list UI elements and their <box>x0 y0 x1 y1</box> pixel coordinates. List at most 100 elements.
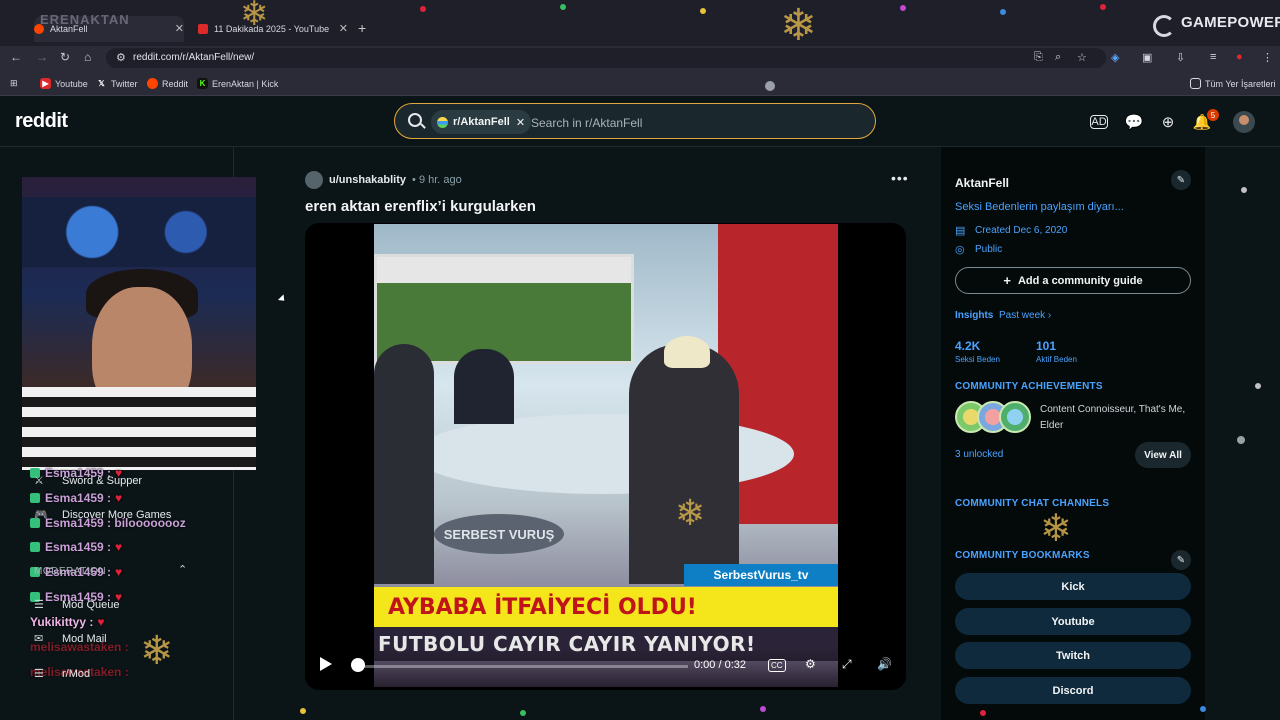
chat-message: Yukikittyy : ♥ <box>30 615 104 629</box>
reddit-logo[interactable]: reddit <box>15 110 68 133</box>
add-community-guide-button[interactable]: + Add a community guide <box>955 267 1191 294</box>
visibility-text: Public <box>975 243 1003 255</box>
play-icon[interactable] <box>320 657 332 671</box>
progress-bar[interactable] <box>358 665 688 668</box>
site-info-icon[interactable]: ⚙ <box>116 51 126 64</box>
extension-icon[interactable]: ◈ <box>1111 51 1119 64</box>
nav-label: r/Mod <box>62 667 91 680</box>
video-time: 0:00 / 0:32 <box>694 659 746 671</box>
browser-menu-icon[interactable]: ⋮ <box>1262 51 1273 64</box>
stat-value: 4.2K <box>955 339 981 353</box>
edit-pencil-icon[interactable]: ✎ <box>1171 170 1191 190</box>
video-frame: SERBEST VURUŞ SerbestVurus_tv AYBABA İTF… <box>374 224 838 687</box>
nav-item-mod-queue[interactable]: ☰ Mod Queue <box>34 598 119 612</box>
chat-text: Esma1459 : <box>45 540 112 554</box>
close-tab-icon[interactable]: ✕ <box>339 22 348 35</box>
queue-icon: ☰ <box>34 599 44 611</box>
progress-knob[interactable] <box>351 658 365 672</box>
moderation-section-header[interactable]: MODERATION <box>34 566 106 577</box>
post-time: • 9 hr. ago <box>412 174 462 186</box>
new-tab-icon[interactable]: + <box>358 20 366 36</box>
more-options-icon[interactable]: ••• <box>891 170 909 186</box>
extensions-icon[interactable]: ▣ <box>1142 51 1152 64</box>
bookmark-kick[interactable]: K ErenAktan | Kick <box>197 78 278 89</box>
bookmark-youtube[interactable]: ▶ Youtube <box>40 78 88 89</box>
insights-label: Insights <box>955 310 994 321</box>
browser-tab-bar <box>0 0 1280 46</box>
person-firefighter <box>629 344 739 584</box>
nav-item-discover-games[interactable]: 🎮 Discover More Games <box>34 508 171 522</box>
snowflake-icon: ❄ <box>780 1 817 50</box>
bookmark-label: ErenAktan | Kick <box>212 78 279 89</box>
subreddit-search-chip[interactable]: r/AktanFell ✕ <box>431 110 532 134</box>
mouse-cursor-icon <box>277 294 288 304</box>
reload-icon[interactable]: ↻ <box>60 50 70 64</box>
nav-item-mod-mail[interactable]: ✉ Mod Mail <box>34 632 107 646</box>
insights-range[interactable]: Past week › <box>999 310 1051 321</box>
browser-tab[interactable]: 11 Dakikada 2025 - YouTube ✕ <box>198 16 348 42</box>
chat-message: Esma1459 : ♥ <box>30 540 122 554</box>
plus-icon: + <box>1003 273 1011 288</box>
forward-icon[interactable]: → <box>36 50 48 64</box>
x-twitter-icon: 𝕏 <box>98 79 105 88</box>
close-tab-icon[interactable]: ✕ <box>175 22 184 35</box>
nav-item-r-mod[interactable]: ☰ r/Mod <box>34 667 91 681</box>
create-post-icon[interactable]: ⊕ <box>1158 112 1178 132</box>
post-title[interactable]: eren aktan erenflix’i kurgularken <box>305 198 536 215</box>
bookmark-twitter[interactable]: 𝕏 Twitter <box>96 78 137 89</box>
install-icon[interactable]: ⎘ <box>1034 51 1043 64</box>
light-dot <box>700 8 706 14</box>
streamer-watermark: ERENAKTAN <box>40 12 130 27</box>
button-label: Add a community guide <box>1017 274 1143 287</box>
fullscreen-icon[interactable]: ⤢ <box>842 657 852 672</box>
chevron-up-icon[interactable]: ⌃ <box>178 563 187 576</box>
captions-icon[interactable]: CC <box>768 659 786 672</box>
nav-item-sword-supper[interactable]: ⚔ Sword & Supper <box>34 474 142 488</box>
back-icon[interactable]: ← <box>10 50 22 64</box>
user-avatar[interactable] <box>1233 111 1255 133</box>
all-bookmarks-folder[interactable]: Tüm Yer İşaretleri <box>1190 78 1276 89</box>
light-dot <box>760 706 766 712</box>
community-bookmark-discord[interactable]: Discord <box>955 677 1191 704</box>
show-logo: SERBEST VURUŞ <box>434 514 564 554</box>
chat-text: Yukikittyy : <box>30 615 94 629</box>
settings-gear-icon[interactable]: ⚙ <box>805 657 816 671</box>
bookmark-label: Tüm Yer İşaretleri <box>1205 78 1276 89</box>
post-author[interactable]: u/unshakablity <box>329 174 406 186</box>
edit-pencil-icon[interactable]: ✎ <box>1171 550 1191 570</box>
url-field[interactable] <box>106 48 1106 68</box>
user-avatar[interactable] <box>305 171 323 189</box>
heart-icon: ♥ <box>97 615 105 629</box>
downloads-icon[interactable]: ⇩ <box>1176 51 1185 64</box>
stat-label: Aktif Beden <box>1036 355 1077 364</box>
light-dot <box>1100 4 1106 10</box>
volume-icon[interactable]: 🔊 <box>877 657 892 671</box>
profile-icon[interactable]: ● <box>1236 51 1243 63</box>
community-bookmark-youtube[interactable]: Youtube <box>955 608 1191 635</box>
light-dot <box>420 6 426 12</box>
community-created: ▤ Created Dec 6, 2020 <box>955 224 1067 238</box>
community-bookmark-kick[interactable]: Kick <box>955 573 1191 600</box>
controller-icon: 🎮 <box>34 509 48 521</box>
snowflake-icon: ❄ <box>675 492 706 533</box>
webcam-shirt <box>22 387 256 470</box>
notification-badge: 5 <box>1207 109 1219 121</box>
ad-icon[interactable]: AD <box>1090 115 1108 129</box>
bookmark-star-icon[interactable]: ☆ <box>1077 51 1087 64</box>
community-bookmark-twitch[interactable]: Twitch <box>955 642 1191 669</box>
bookmark-reddit[interactable]: Reddit <box>147 78 188 89</box>
achievement-badges[interactable] <box>955 401 1031 433</box>
tab-search-icon[interactable]: ≡ <box>1210 51 1216 63</box>
chat-text: Esma1459 : <box>45 491 112 505</box>
apps-grid-icon[interactable]: ⊞ <box>10 78 18 89</box>
snowflake-icon: ❄ <box>140 629 174 673</box>
zoom-icon[interactable]: ⌕ <box>1055 51 1061 64</box>
video-player[interactable]: SERBEST VURUŞ SerbestVurus_tv AYBABA İTF… <box>305 223 906 690</box>
chat-icon[interactable]: 💬 <box>1124 112 1144 132</box>
home-icon[interactable]: ⌂ <box>84 50 91 64</box>
remove-chip-icon[interactable]: ✕ <box>516 116 525 129</box>
view-all-button[interactable]: View All <box>1135 442 1191 468</box>
light-dot <box>560 4 566 10</box>
subreddit-avatar-icon <box>437 116 448 128</box>
stat-value: 101 <box>1036 339 1057 353</box>
